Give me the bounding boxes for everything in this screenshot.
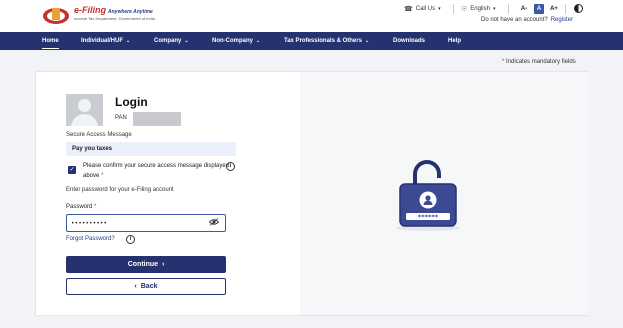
- emblem-logo-icon: [43, 8, 69, 24]
- phone-icon: ☎: [404, 6, 413, 13]
- info-icon[interactable]: i: [226, 162, 235, 171]
- avatar: [66, 94, 103, 126]
- enter-password-text: Enter password for your e-Filing account: [66, 187, 174, 193]
- required-asterisk: *: [502, 59, 505, 65]
- confirm-label: Please confirm your secure access messag…: [83, 161, 233, 181]
- brand-subtitle: Income Tax Department, Government of Ind…: [74, 16, 155, 21]
- password-label-text: Password: [66, 204, 93, 210]
- nav-item-tax-professionals[interactable]: Tax Professionals & Others ⌄: [284, 32, 369, 50]
- continue-label: Continue: [127, 261, 159, 268]
- back-button[interactable]: ‹ Back: [66, 278, 226, 295]
- nav-item-non-company[interactable]: Non-Company ⌄: [212, 32, 260, 50]
- login-card: Login PAN Secure Access Message Pay you …: [35, 71, 588, 316]
- continue-button[interactable]: Continue ›: [66, 256, 226, 273]
- nav-item-label: Downloads: [393, 38, 426, 44]
- brand-title: e-Filing: [74, 5, 106, 15]
- language-label: English: [470, 6, 490, 12]
- info-icon[interactable]: i: [126, 235, 135, 244]
- secure-message-text: Pay you taxes: [72, 145, 113, 152]
- lock-mask-text: ******: [418, 213, 439, 221]
- register-link[interactable]: Register: [551, 17, 573, 23]
- pan-value-masked: [133, 112, 181, 126]
- required-asterisk: *: [94, 204, 97, 210]
- brand-tagline: Anywhere Anytime: [108, 9, 153, 15]
- confirm-text: Please confirm your secure access messag…: [83, 163, 230, 179]
- confirm-checkbox[interactable]: ✓: [68, 166, 76, 174]
- password-input[interactable]: [66, 214, 226, 232]
- chevron-down-icon: ⌄: [184, 38, 189, 44]
- page-title: Login: [115, 95, 148, 109]
- call-us-label: Call Us: [415, 6, 436, 12]
- chevron-down-icon: ▾: [492, 6, 496, 12]
- chevron-right-icon: ›: [160, 261, 165, 268]
- password-label: Password *: [66, 204, 96, 210]
- lock-illustration-icon: ******: [396, 160, 460, 231]
- nav-item-individual-huf[interactable]: Individual/HUF ⌄: [81, 32, 130, 50]
- chevron-down-icon: ⌄: [364, 38, 370, 44]
- language-select[interactable]: ☉ English ▾: [461, 5, 495, 13]
- call-us-menu[interactable]: ☎ Call Us ▾: [404, 5, 441, 13]
- nav-item-label: Home: [42, 38, 59, 44]
- globe-icon: ☉: [461, 6, 468, 13]
- mandatory-note-text: Indicates mandatory fields: [506, 59, 576, 65]
- divider: [508, 4, 509, 14]
- back-label: Back: [140, 283, 158, 290]
- account-prompt: Do not have an account? Register: [481, 17, 573, 23]
- required-asterisk: *: [101, 173, 104, 179]
- contrast-toggle-icon[interactable]: [574, 4, 583, 13]
- chevron-down-icon: ▾: [438, 6, 441, 12]
- nav-item-label: Help: [448, 38, 462, 44]
- secure-message-box: Pay you taxes: [66, 142, 236, 156]
- nav-item-label: Company: [154, 38, 182, 44]
- font-decrease-button[interactable]: A-: [519, 4, 529, 14]
- pan-label: PAN: [115, 115, 127, 121]
- mandatory-note: * Indicates mandatory fields: [502, 59, 576, 65]
- eye-icon[interactable]: [209, 218, 219, 226]
- main-nav: Home Individual/HUF ⌄ Company ⌄ Non-Compan…: [0, 32, 623, 50]
- nav-item-label: Individual/HUF: [81, 38, 123, 44]
- font-default-button[interactable]: A: [534, 4, 544, 14]
- forgot-password-link[interactable]: Forgot Password?: [66, 236, 115, 242]
- nav-item-home[interactable]: Home: [42, 32, 59, 50]
- chevron-down-icon: ⌄: [126, 38, 131, 44]
- nav-item-downloads[interactable]: Downloads: [393, 32, 425, 50]
- nav-item-help[interactable]: Help: [448, 32, 461, 50]
- secure-message-label: Secure Access Message: [66, 132, 132, 138]
- header: e-Filing Anywhere Anytime Income Tax Depa…: [0, 0, 623, 32]
- nav-item-company[interactable]: Company ⌄: [154, 32, 189, 50]
- account-prompt-text: Do not have an account?: [481, 17, 548, 23]
- font-increase-button[interactable]: A+: [549, 4, 559, 14]
- chevron-down-icon: ⌄: [256, 38, 261, 44]
- nav-item-label: Non-Company: [212, 38, 253, 44]
- divider: [565, 4, 566, 14]
- brand: e-Filing Anywhere Anytime Income Tax Depa…: [74, 5, 155, 21]
- nav-item-label: Tax Professionals & Others: [284, 38, 362, 44]
- divider: [453, 4, 454, 14]
- chevron-left-icon: ‹: [134, 283, 139, 290]
